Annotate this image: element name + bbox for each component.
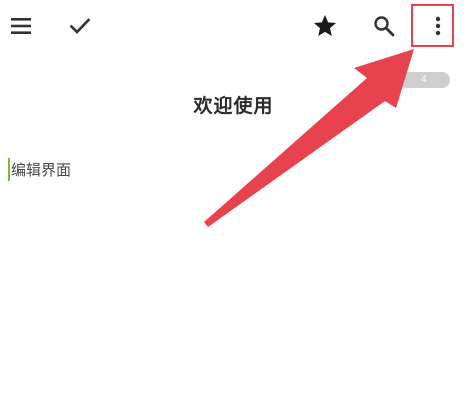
- page-title: 欢迎使用: [193, 95, 274, 117]
- star-icon: [313, 14, 337, 36]
- check-icon: [69, 18, 91, 34]
- arrow-shape: [204, 49, 414, 227]
- search-button[interactable]: [368, 10, 400, 42]
- editor-area[interactable]: 编辑界面: [8, 156, 71, 182]
- favorite-button[interactable]: [309, 10, 341, 42]
- highlight-box: [411, 4, 454, 47]
- count-badge: 4: [398, 72, 450, 88]
- toolbar: [0, 0, 467, 56]
- menu-button[interactable]: [5, 10, 37, 42]
- annotation-arrow: [204, 49, 414, 227]
- done-button[interactable]: [64, 10, 96, 42]
- editor-text: 编辑界面: [11, 160, 72, 179]
- menu-icon: [11, 18, 31, 34]
- text-cursor: [8, 157, 10, 181]
- search-icon: [374, 16, 395, 37]
